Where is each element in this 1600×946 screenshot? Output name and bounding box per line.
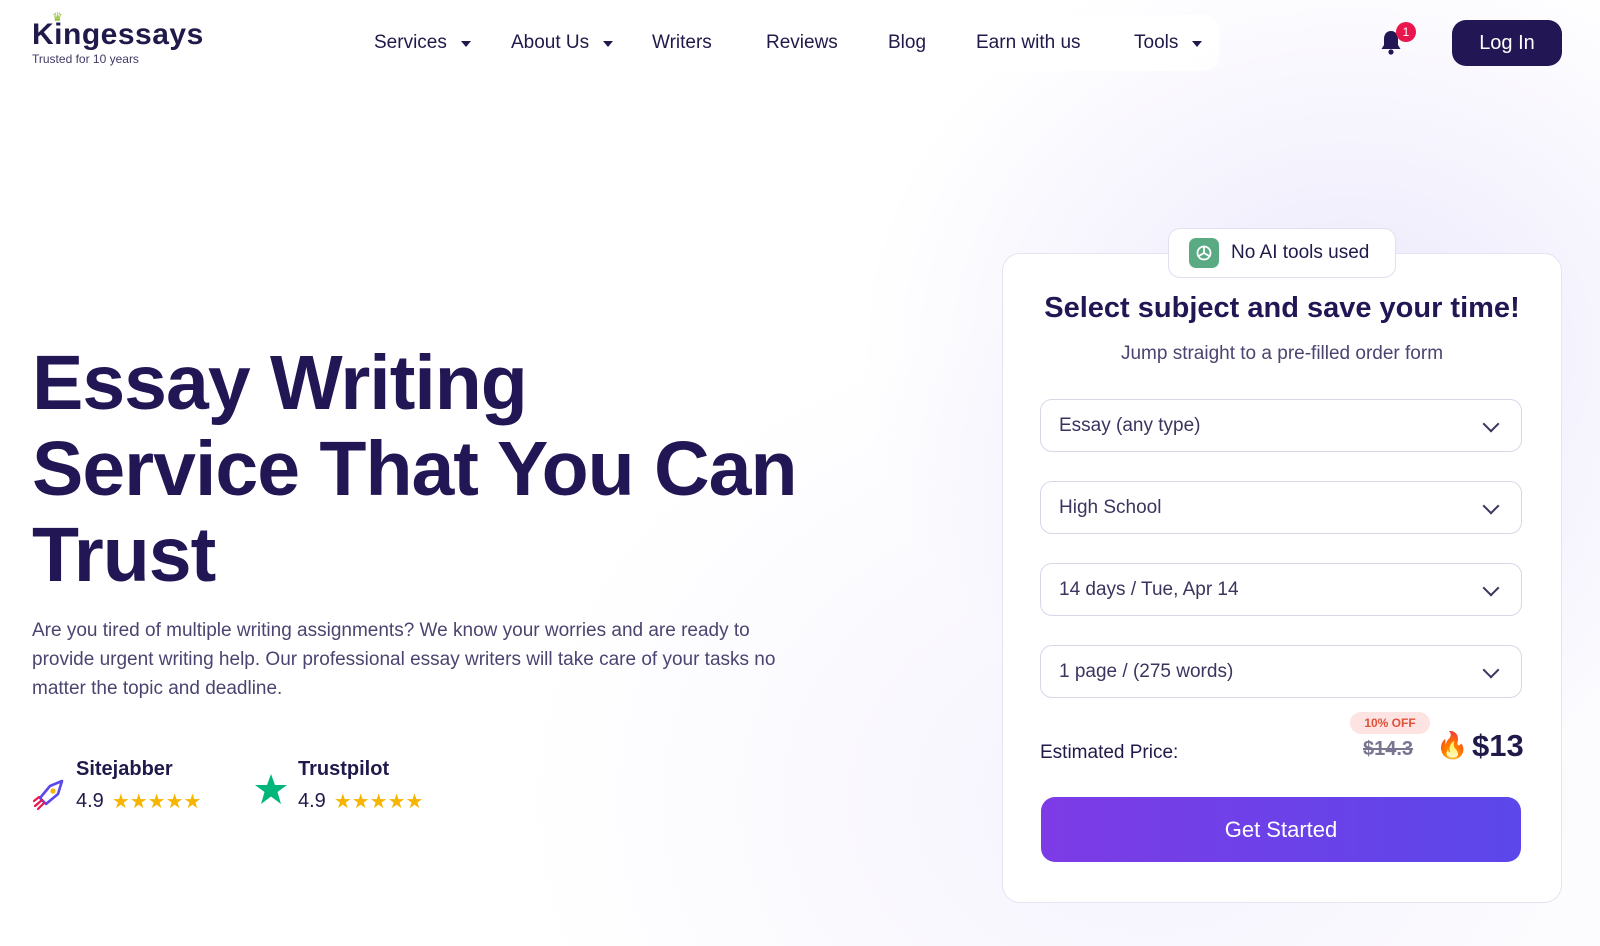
chevron-down-icon [1482, 661, 1500, 679]
trustpilot-score-row: 4.9 ★★★★★ [298, 789, 423, 814]
hero-title-line-2: Service That You Can [32, 426, 798, 512]
nav-blog[interactable]: Blog [888, 15, 926, 71]
nav-reviews-label: Reviews [766, 32, 838, 53]
nav-tools-label: Tools [1134, 32, 1179, 53]
hero-title: Essay Writing Service That You Can Trust [32, 340, 812, 598]
nav-reviews[interactable]: Reviews [766, 15, 838, 71]
paper-type-value: Essay (any type) [1059, 414, 1201, 436]
deadline-value: 14 days / Tue, Apr 14 [1059, 578, 1239, 600]
paper-type-select[interactable]: Essay (any type) [1040, 399, 1522, 452]
crown-icon: ♛ [52, 10, 64, 24]
fire-icon: 🔥 [1436, 730, 1469, 760]
notification-badge: 1 [1396, 22, 1416, 42]
trustpilot-stars: ★★★★★ [333, 791, 424, 813]
nav-earn-label: Earn with us [976, 32, 1081, 53]
pages-select[interactable]: 1 page / (275 words) [1040, 645, 1522, 698]
new-price: $13 [1472, 728, 1524, 763]
nav-services[interactable]: Services [374, 15, 471, 71]
caret-down-icon [1192, 41, 1203, 47]
old-price: $14.3 [1363, 738, 1414, 760]
chevron-down-icon [1482, 497, 1500, 515]
get-started-button[interactable]: Get Started [1041, 797, 1521, 862]
rating-sitejabber[interactable]: Sitejabber 4.9 ★★★★★ [32, 758, 201, 814]
main-nav: Services About Us Writers Reviews Blog E… [355, 15, 1219, 71]
estimated-price-label: Estimated Price: [1040, 742, 1179, 763]
logo[interactable]: ♛ Kingessays Trusted for 10 years [32, 10, 204, 66]
sitejabber-score: 4.9 [76, 790, 104, 812]
chevron-down-icon [1482, 415, 1500, 433]
academic-level-value: High School [1059, 496, 1162, 518]
nav-about-us[interactable]: About Us [511, 15, 614, 71]
hero-description: Are you tired of multiple writing assign… [32, 620, 776, 699]
sitejabber-score-row: 4.9 ★★★★★ [76, 789, 201, 814]
nav-writers[interactable]: Writers [652, 15, 712, 71]
trustpilot-star-icon [255, 774, 287, 804]
rating-trustpilot[interactable]: Trustpilot 4.9 ★★★★★ [254, 758, 423, 814]
order-form-title: Select subject and save your time! [1044, 292, 1520, 324]
nav-earn-with-us[interactable]: Earn with us [976, 15, 1081, 71]
nav-services-label: Services [374, 32, 447, 53]
hero-title-line-3: Trust [32, 512, 216, 598]
chevron-down-icon [1482, 579, 1500, 597]
trustpilot-score: 4.9 [298, 790, 326, 812]
pages-value: 1 page / (275 words) [1059, 660, 1234, 682]
caret-down-icon [460, 41, 471, 47]
discount-badge: 10% OFF [1350, 712, 1430, 734]
sitejabber-stars: ★★★★★ [111, 791, 202, 813]
no-ai-badge-text: No AI tools used [1231, 242, 1370, 263]
trustpilot-info: Trustpilot 4.9 ★★★★★ [298, 758, 423, 814]
site-header: ♛ Kingessays Trusted for 10 years Servic… [0, 0, 1600, 90]
login-button[interactable]: Log In [1452, 20, 1562, 66]
deadline-select[interactable]: 14 days / Tue, Apr 14 [1040, 563, 1522, 616]
hero-title-line-1: Essay Writing [32, 340, 528, 426]
nav-blog-label: Blog [888, 32, 927, 53]
nav-tools[interactable]: Tools [1134, 15, 1203, 71]
sitejabber-info: Sitejabber 4.9 ★★★★★ [76, 758, 201, 814]
no-ai-badge: No AI tools used [1168, 228, 1396, 278]
logo-wordmark: ♛ Kingessays [32, 10, 204, 52]
caret-down-icon [603, 41, 614, 47]
trustpilot-name: Trustpilot [298, 758, 390, 780]
logo-tagline: Trusted for 10 years [32, 52, 139, 66]
nav-writers-label: Writers [652, 32, 712, 53]
openai-icon [1189, 238, 1219, 268]
sitejabber-name: Sitejabber [76, 758, 173, 780]
order-form-subtitle: Jump straight to a pre-filled order form [1120, 343, 1444, 364]
nav-about-us-label: About Us [511, 32, 590, 53]
academic-level-select[interactable]: High School [1040, 481, 1522, 534]
sitejabber-rocket-icon [32, 779, 64, 811]
